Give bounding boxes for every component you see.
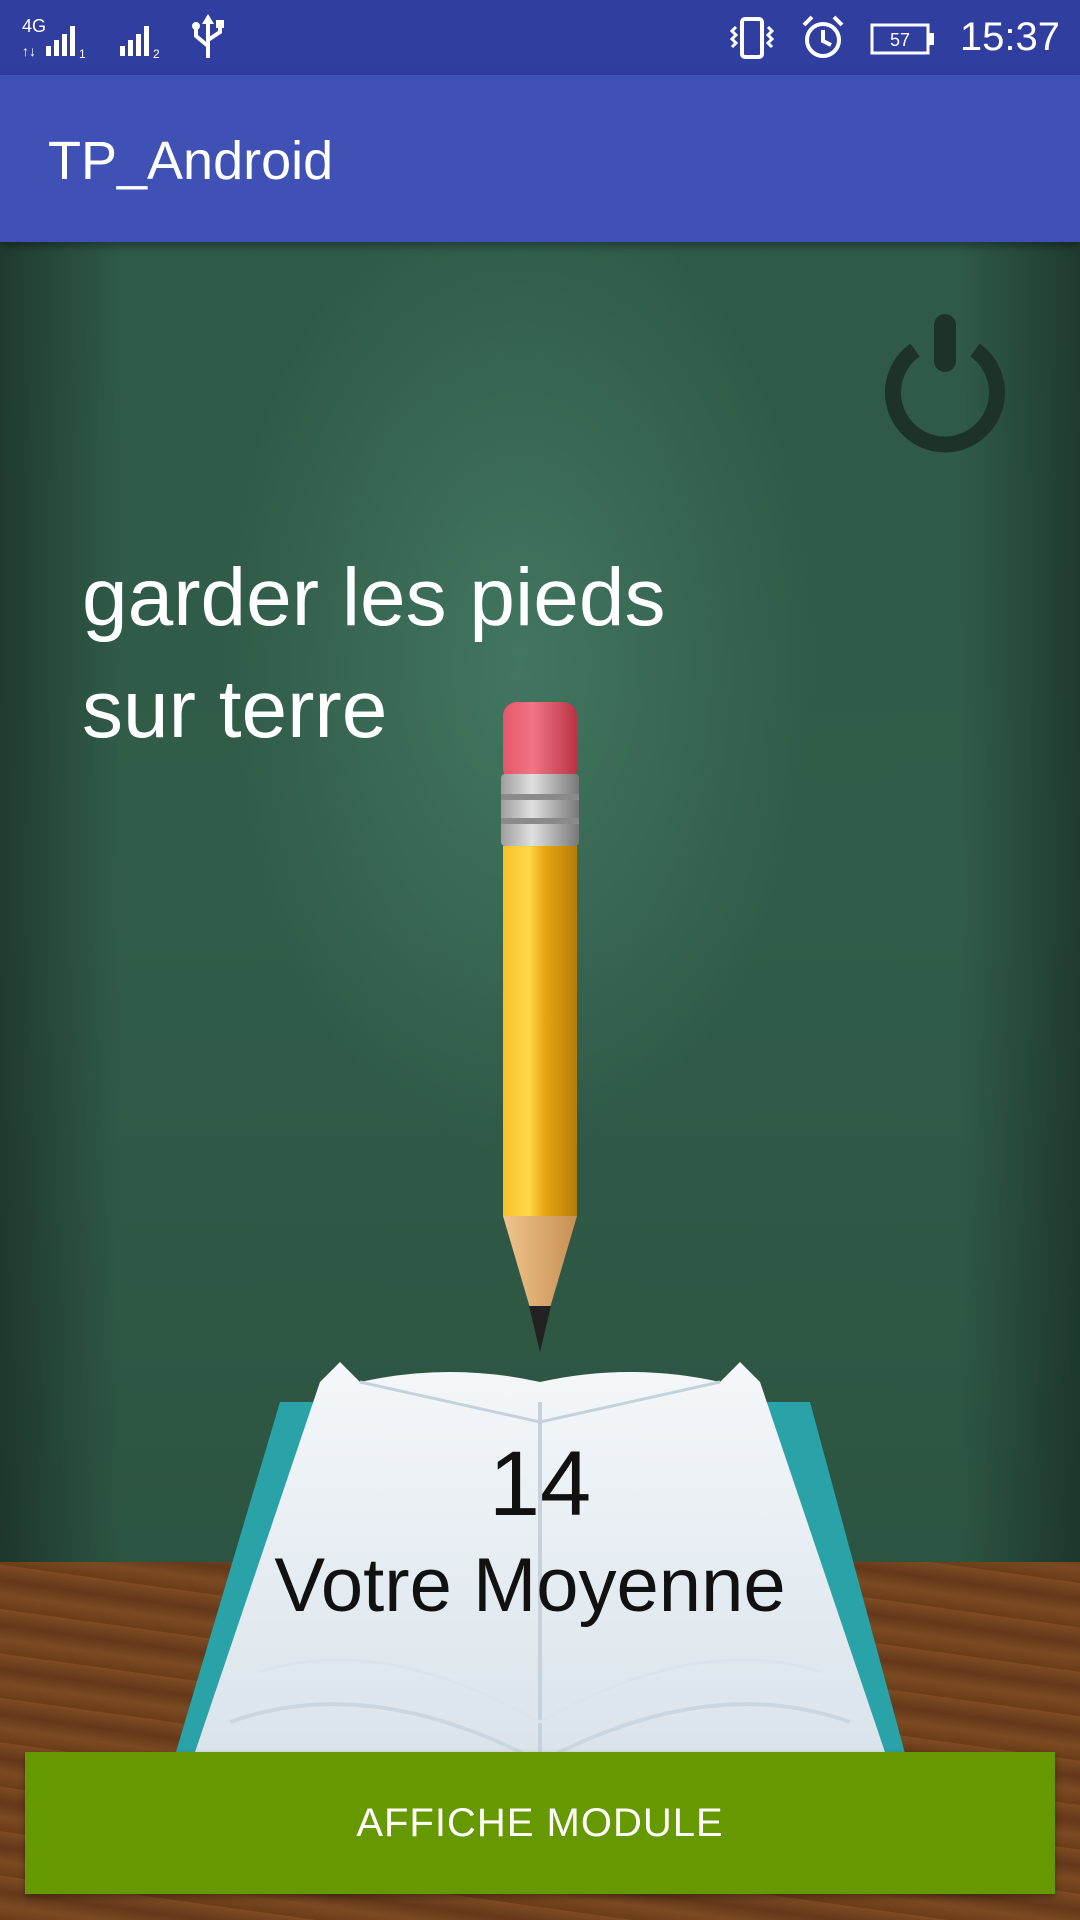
signal-sim2-icon: 2 xyxy=(120,26,160,61)
alarm-icon xyxy=(802,15,844,58)
status-bar: 4G ↑↓ 1 2 57 15:37 xyxy=(0,0,1080,75)
battery-icon: 57 xyxy=(870,23,934,54)
pencil-image xyxy=(501,702,579,1352)
sim2-label: 2 xyxy=(153,47,160,61)
status-left-icons: 4G ↑↓ 1 2 xyxy=(22,12,228,62)
average-value: 14 xyxy=(488,1433,592,1535)
power-icon[interactable] xyxy=(870,312,1020,462)
app-bar: TP_Android xyxy=(0,75,1080,242)
sim1-label: 1 xyxy=(79,47,86,61)
status-right-icons: 57 15:37 xyxy=(728,0,1060,75)
chalkboard-shadow-left xyxy=(0,242,120,1562)
network-type-label: 4G xyxy=(22,16,46,36)
affiche-module-button[interactable]: AFFICHE MODULE xyxy=(25,1752,1055,1894)
usb-icon xyxy=(192,14,224,58)
status-time: 15:37 xyxy=(959,15,1060,59)
signal-sim1-icon: 4G ↑↓ 1 xyxy=(22,16,86,61)
average-label: Votre Moyenne xyxy=(274,1543,786,1628)
main-content: garder les pieds sur terre 14 Votre Moye… xyxy=(0,242,1080,1920)
motto-text: garder les pieds sur terre xyxy=(82,552,666,755)
app-title: TP_Android xyxy=(48,131,334,191)
svg-text:↑↓: ↑↓ xyxy=(22,43,36,59)
vibrate-icon xyxy=(729,16,775,59)
battery-level: 57 xyxy=(890,30,910,50)
